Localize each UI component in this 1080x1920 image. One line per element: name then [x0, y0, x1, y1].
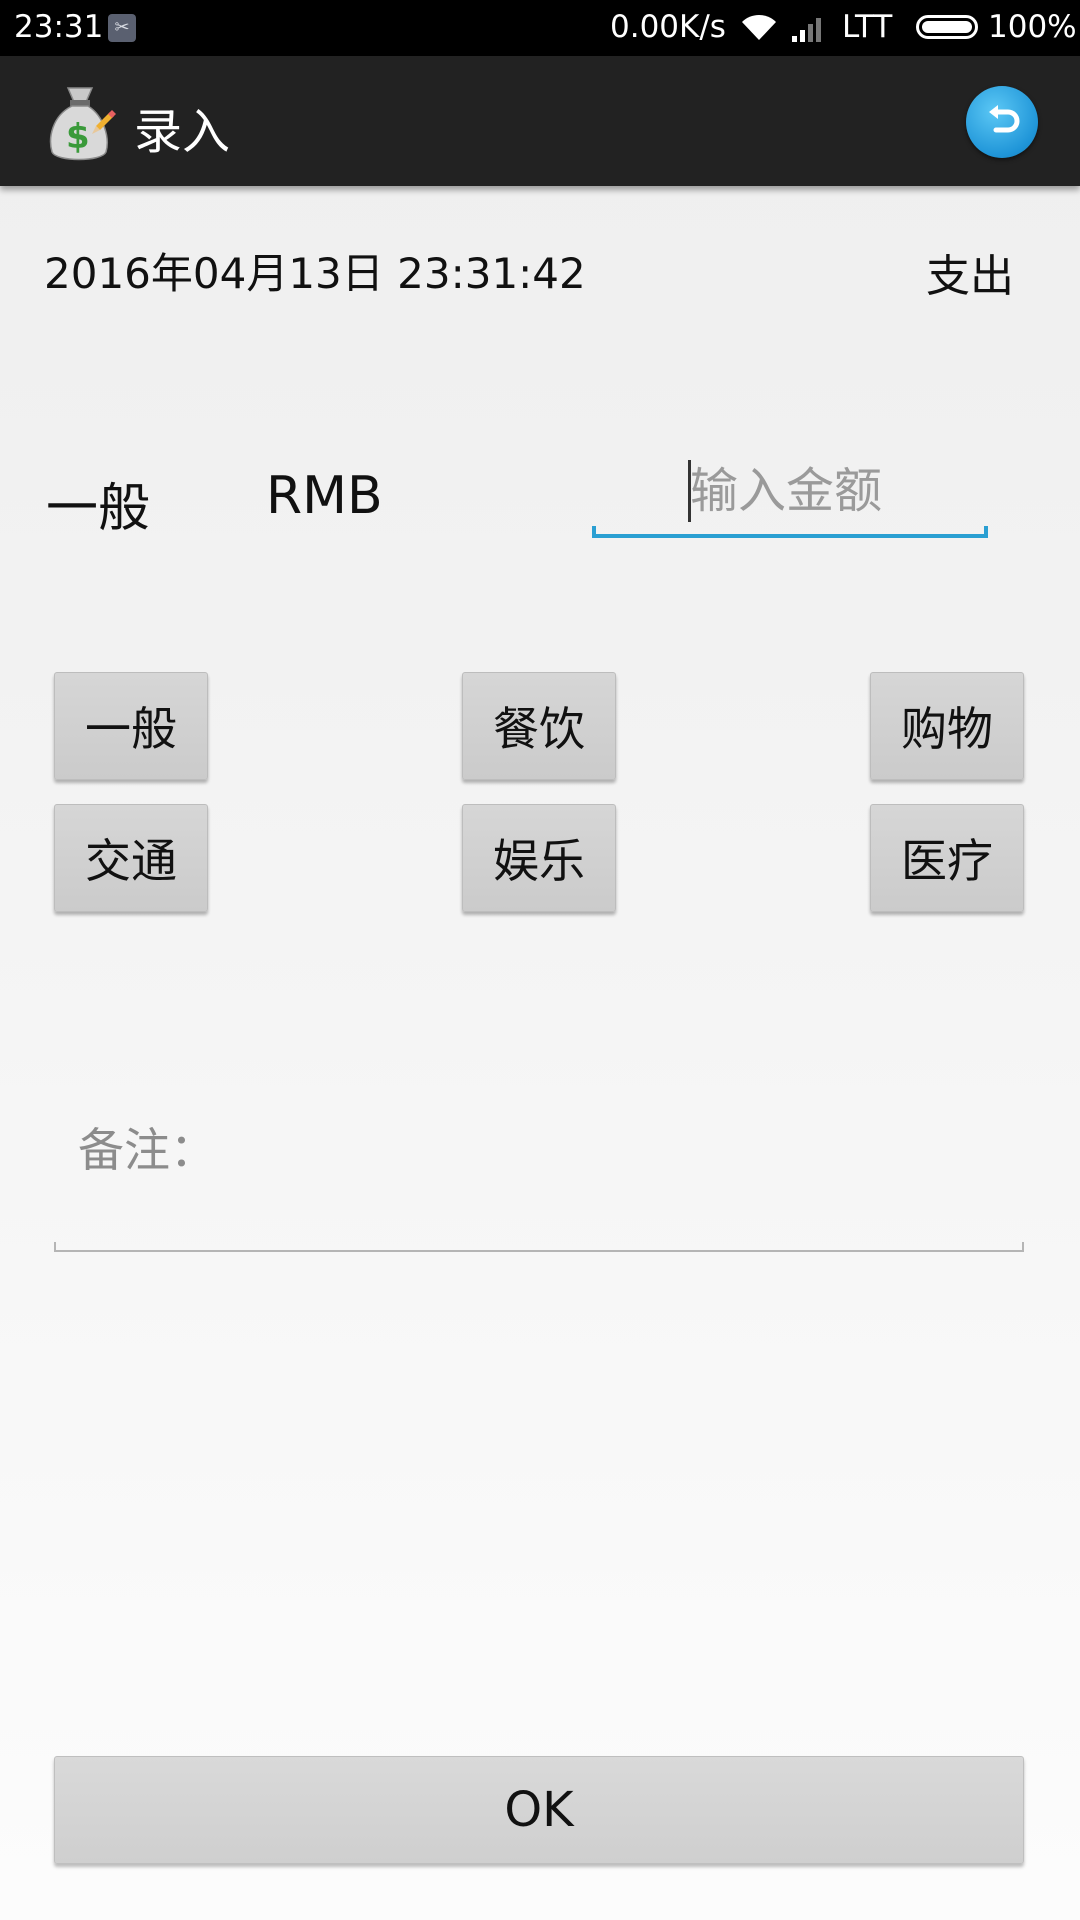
battery-icon	[916, 15, 978, 39]
amount-input[interactable]	[690, 460, 980, 522]
network-speed: 0.00K/s	[610, 9, 726, 45]
screenshot-notification-icon: ✂	[108, 14, 136, 42]
datetime-label[interactable]: 2016年04月13日 23:31:42	[44, 240, 586, 301]
signal-icon	[792, 14, 828, 50]
selected-category-label: 一般	[46, 479, 151, 539]
battery-percent: 100%	[988, 9, 1077, 45]
action-bar: $ 录入	[0, 56, 1080, 186]
status-bar: 23:31 ✂ 0.00K/s LTT 100%	[0, 0, 1080, 56]
category-button-general[interactable]: 一般	[54, 672, 208, 780]
money-bag-pencil-icon: $	[46, 82, 116, 164]
amount-underline	[592, 526, 988, 538]
category-button-dining[interactable]: 餐饮	[462, 672, 616, 780]
undo-arrow-icon	[989, 105, 1020, 133]
battery-fill	[922, 21, 972, 33]
undo-button[interactable]	[966, 86, 1038, 158]
category-button-shopping[interactable]: 购物	[870, 672, 1024, 780]
category-button-entertainment[interactable]: 娱乐	[462, 804, 616, 912]
note-label: 备注：	[78, 1123, 216, 1177]
currency-label[interactable]: RMB	[266, 466, 383, 526]
svg-text:$: $	[66, 117, 90, 157]
status-time: 23:31	[14, 9, 104, 45]
note-input[interactable]	[214, 1110, 1004, 1180]
category-button-transport[interactable]: 交通	[54, 804, 208, 912]
note-underline	[54, 1242, 1024, 1252]
transaction-type-toggle[interactable]: 支出	[926, 240, 1014, 304]
carrier-label: LTT	[842, 9, 893, 45]
ok-button[interactable]: OK	[54, 1756, 1024, 1864]
category-button-medical[interactable]: 医疗	[870, 804, 1024, 912]
amount-field[interactable]	[592, 452, 988, 538]
page-title: 录入	[134, 104, 231, 160]
wifi-icon	[740, 12, 778, 50]
